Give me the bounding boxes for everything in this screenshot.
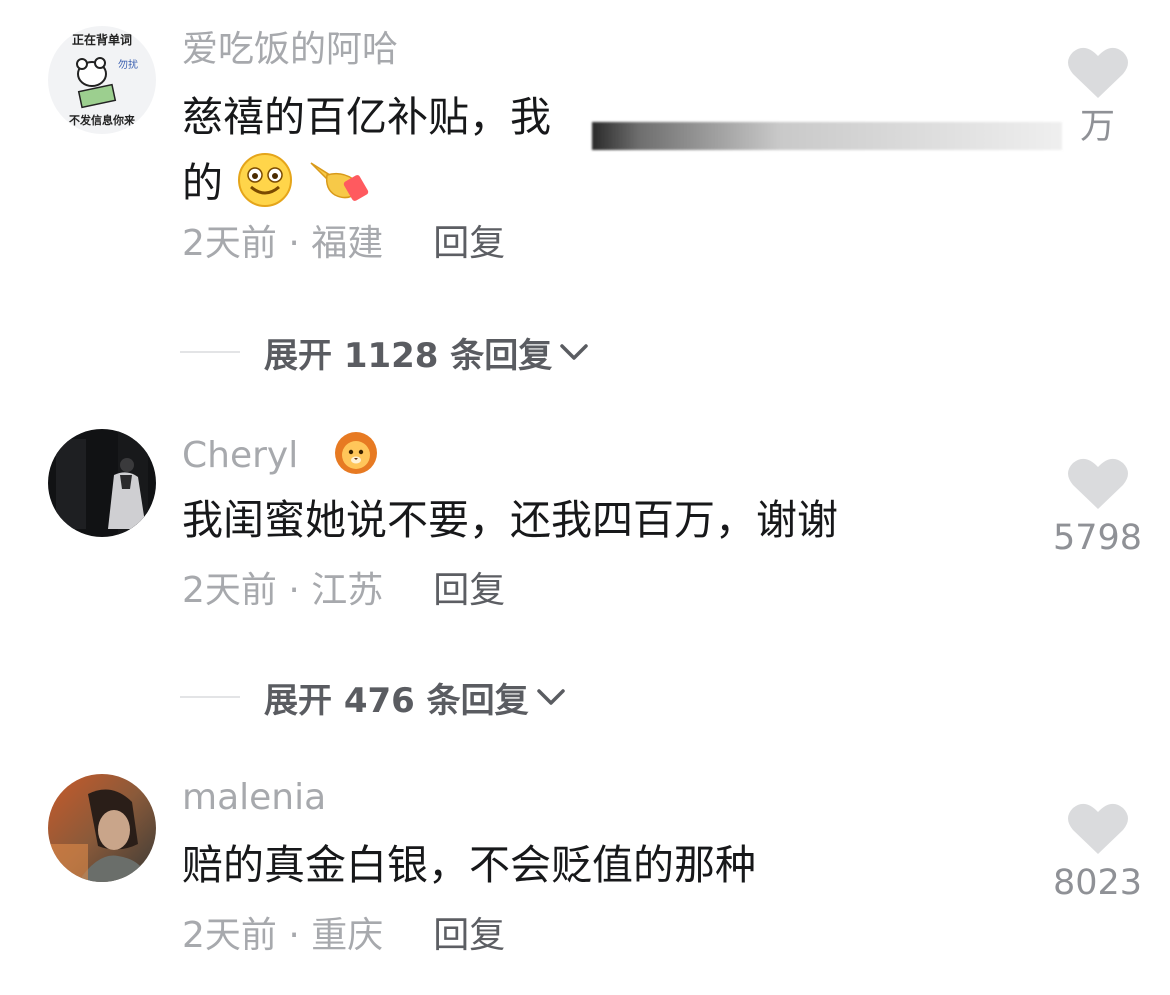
username-text: Cheryl	[182, 435, 299, 476]
smile-face-icon	[236, 153, 294, 226]
username[interactable]: 爱吃饭的阿哈	[182, 28, 398, 72]
avatar[interactable]: 正在背单词 勿扰 不发信息你来	[48, 26, 156, 134]
expand-replies-button[interactable]: 展开 1128 条回复	[180, 330, 590, 376]
comment-text-fragment: 的	[182, 159, 223, 207]
comment-meta: 2天前 · 福建 回复	[182, 222, 505, 266]
comment-location: 重庆	[311, 915, 384, 956]
comment-location: 江苏	[311, 570, 384, 611]
heart-icon	[1067, 803, 1128, 854]
censor-bar	[592, 122, 1062, 150]
avatar[interactable]	[48, 429, 156, 537]
comment-meta: 2天前 · 江苏 回复	[182, 569, 505, 613]
svg-text:正在背单词: 正在背单词	[72, 32, 132, 47]
svg-text:不发信息你来: 不发信息你来	[69, 113, 136, 127]
lion-emoji-icon	[334, 431, 378, 475]
dark-photo-avatar-icon	[48, 429, 156, 537]
meta-separator: ·	[276, 570, 312, 611]
username[interactable]: Cheryl	[182, 431, 378, 478]
comment-time: 2天前	[182, 223, 277, 264]
like-count: 万	[1040, 106, 1155, 148]
meta-separator: ·	[276, 915, 312, 956]
comment-time: 2天前	[182, 915, 277, 956]
comment-text: 赔的真金白银，不会贬值的那种	[182, 841, 756, 889]
reply-button[interactable]: 回复	[433, 570, 505, 611]
comment-text-line-2: 的	[182, 150, 1032, 226]
expand-replies-label: 展开 1128 条回复	[264, 335, 553, 376]
meta-separator: ·	[276, 223, 312, 264]
portrait-photo-avatar-icon	[48, 774, 156, 882]
svg-text:勿扰: 勿扰	[118, 58, 138, 71]
comment-list: 正在背单词 勿扰 不发信息你来 爱吃饭的阿哈 慈禧的百亿补贴，我 的 2天前 ·…	[0, 0, 1170, 995]
like-count: 8023	[1052, 863, 1143, 903]
avatar[interactable]	[48, 774, 156, 882]
expand-replies-button[interactable]: 展开 476 条回复	[180, 675, 567, 721]
like-button[interactable]: 万	[1040, 44, 1155, 148]
comment-location: 福建	[311, 223, 384, 264]
username[interactable]: malenia	[182, 776, 326, 820]
like-count: 5798	[1052, 518, 1143, 558]
divider	[180, 696, 240, 698]
reply-button[interactable]: 回复	[433, 223, 505, 264]
comment-text: 慈禧的百亿补贴，我 的	[182, 84, 1032, 226]
expand-replies-label: 展开 476 条回复	[264, 680, 529, 721]
heart-icon	[1067, 47, 1128, 98]
like-button[interactable]: 8023	[1040, 800, 1155, 904]
reply-button[interactable]: 回复	[433, 915, 505, 956]
heart-icon	[1067, 458, 1128, 509]
divider	[180, 351, 240, 353]
chevron-down-icon	[536, 689, 565, 705]
comment-text: 我闺蜜她说不要，还我四百万，谢谢	[182, 496, 838, 544]
mouse-reading-sticker-avatar-icon: 正在背单词 勿扰 不发信息你来	[48, 26, 156, 134]
pointing-hand-icon	[307, 153, 371, 226]
like-button[interactable]: 5798	[1040, 455, 1155, 559]
like-count-suffix: 万	[1079, 107, 1115, 147]
comment-time: 2天前	[182, 570, 277, 611]
chevron-down-icon	[560, 344, 589, 360]
comment-meta: 2天前 · 重庆 回复	[182, 914, 505, 958]
